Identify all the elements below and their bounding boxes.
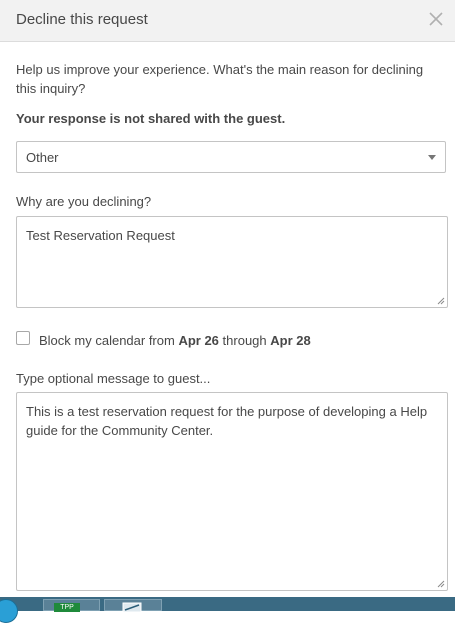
dialog-header: Decline this request	[0, 0, 455, 42]
block-calendar-through: through	[222, 333, 267, 348]
guest-message-label: Type optional message to guest...	[16, 371, 211, 386]
block-calendar-from-date: Apr 26	[178, 333, 219, 348]
resize-grip-icon[interactable]	[437, 297, 445, 305]
dialog-title: Decline this request	[16, 11, 148, 28]
privacy-notice: Your response is not shared with the gue…	[16, 111, 286, 126]
guest-message-value: This is a test reservation request for t…	[26, 404, 428, 438]
why-declining-textarea[interactable]: Test Reservation Request	[16, 216, 448, 308]
chevron-down-icon	[428, 155, 436, 160]
start-button[interactable]	[0, 599, 18, 623]
decline-reason-select[interactable]: Other	[16, 141, 446, 173]
decline-reason-value: Other	[26, 150, 59, 165]
resize-grip-icon[interactable]	[437, 580, 445, 588]
why-declining-label: Why are you declining?	[16, 194, 152, 209]
taskbar: TPP	[0, 597, 455, 623]
intro-text: Help us improve your experience. What's …	[16, 62, 424, 96]
taskbar-app-tpp[interactable]: TPP	[43, 599, 100, 612]
why-declining-value: Test Reservation Request	[26, 228, 175, 243]
guest-message-textarea[interactable]: This is a test reservation request for t…	[16, 392, 448, 591]
block-calendar-label: Block my calendar from Apr 26 through Ap…	[39, 333, 311, 348]
block-calendar-checkbox[interactable]	[16, 331, 30, 345]
block-calendar-prefix: Block my calendar from	[39, 333, 175, 348]
close-icon[interactable]	[425, 8, 447, 30]
taskbar-app-window[interactable]	[104, 599, 162, 612]
block-calendar-to-date: Apr 28	[270, 333, 311, 348]
